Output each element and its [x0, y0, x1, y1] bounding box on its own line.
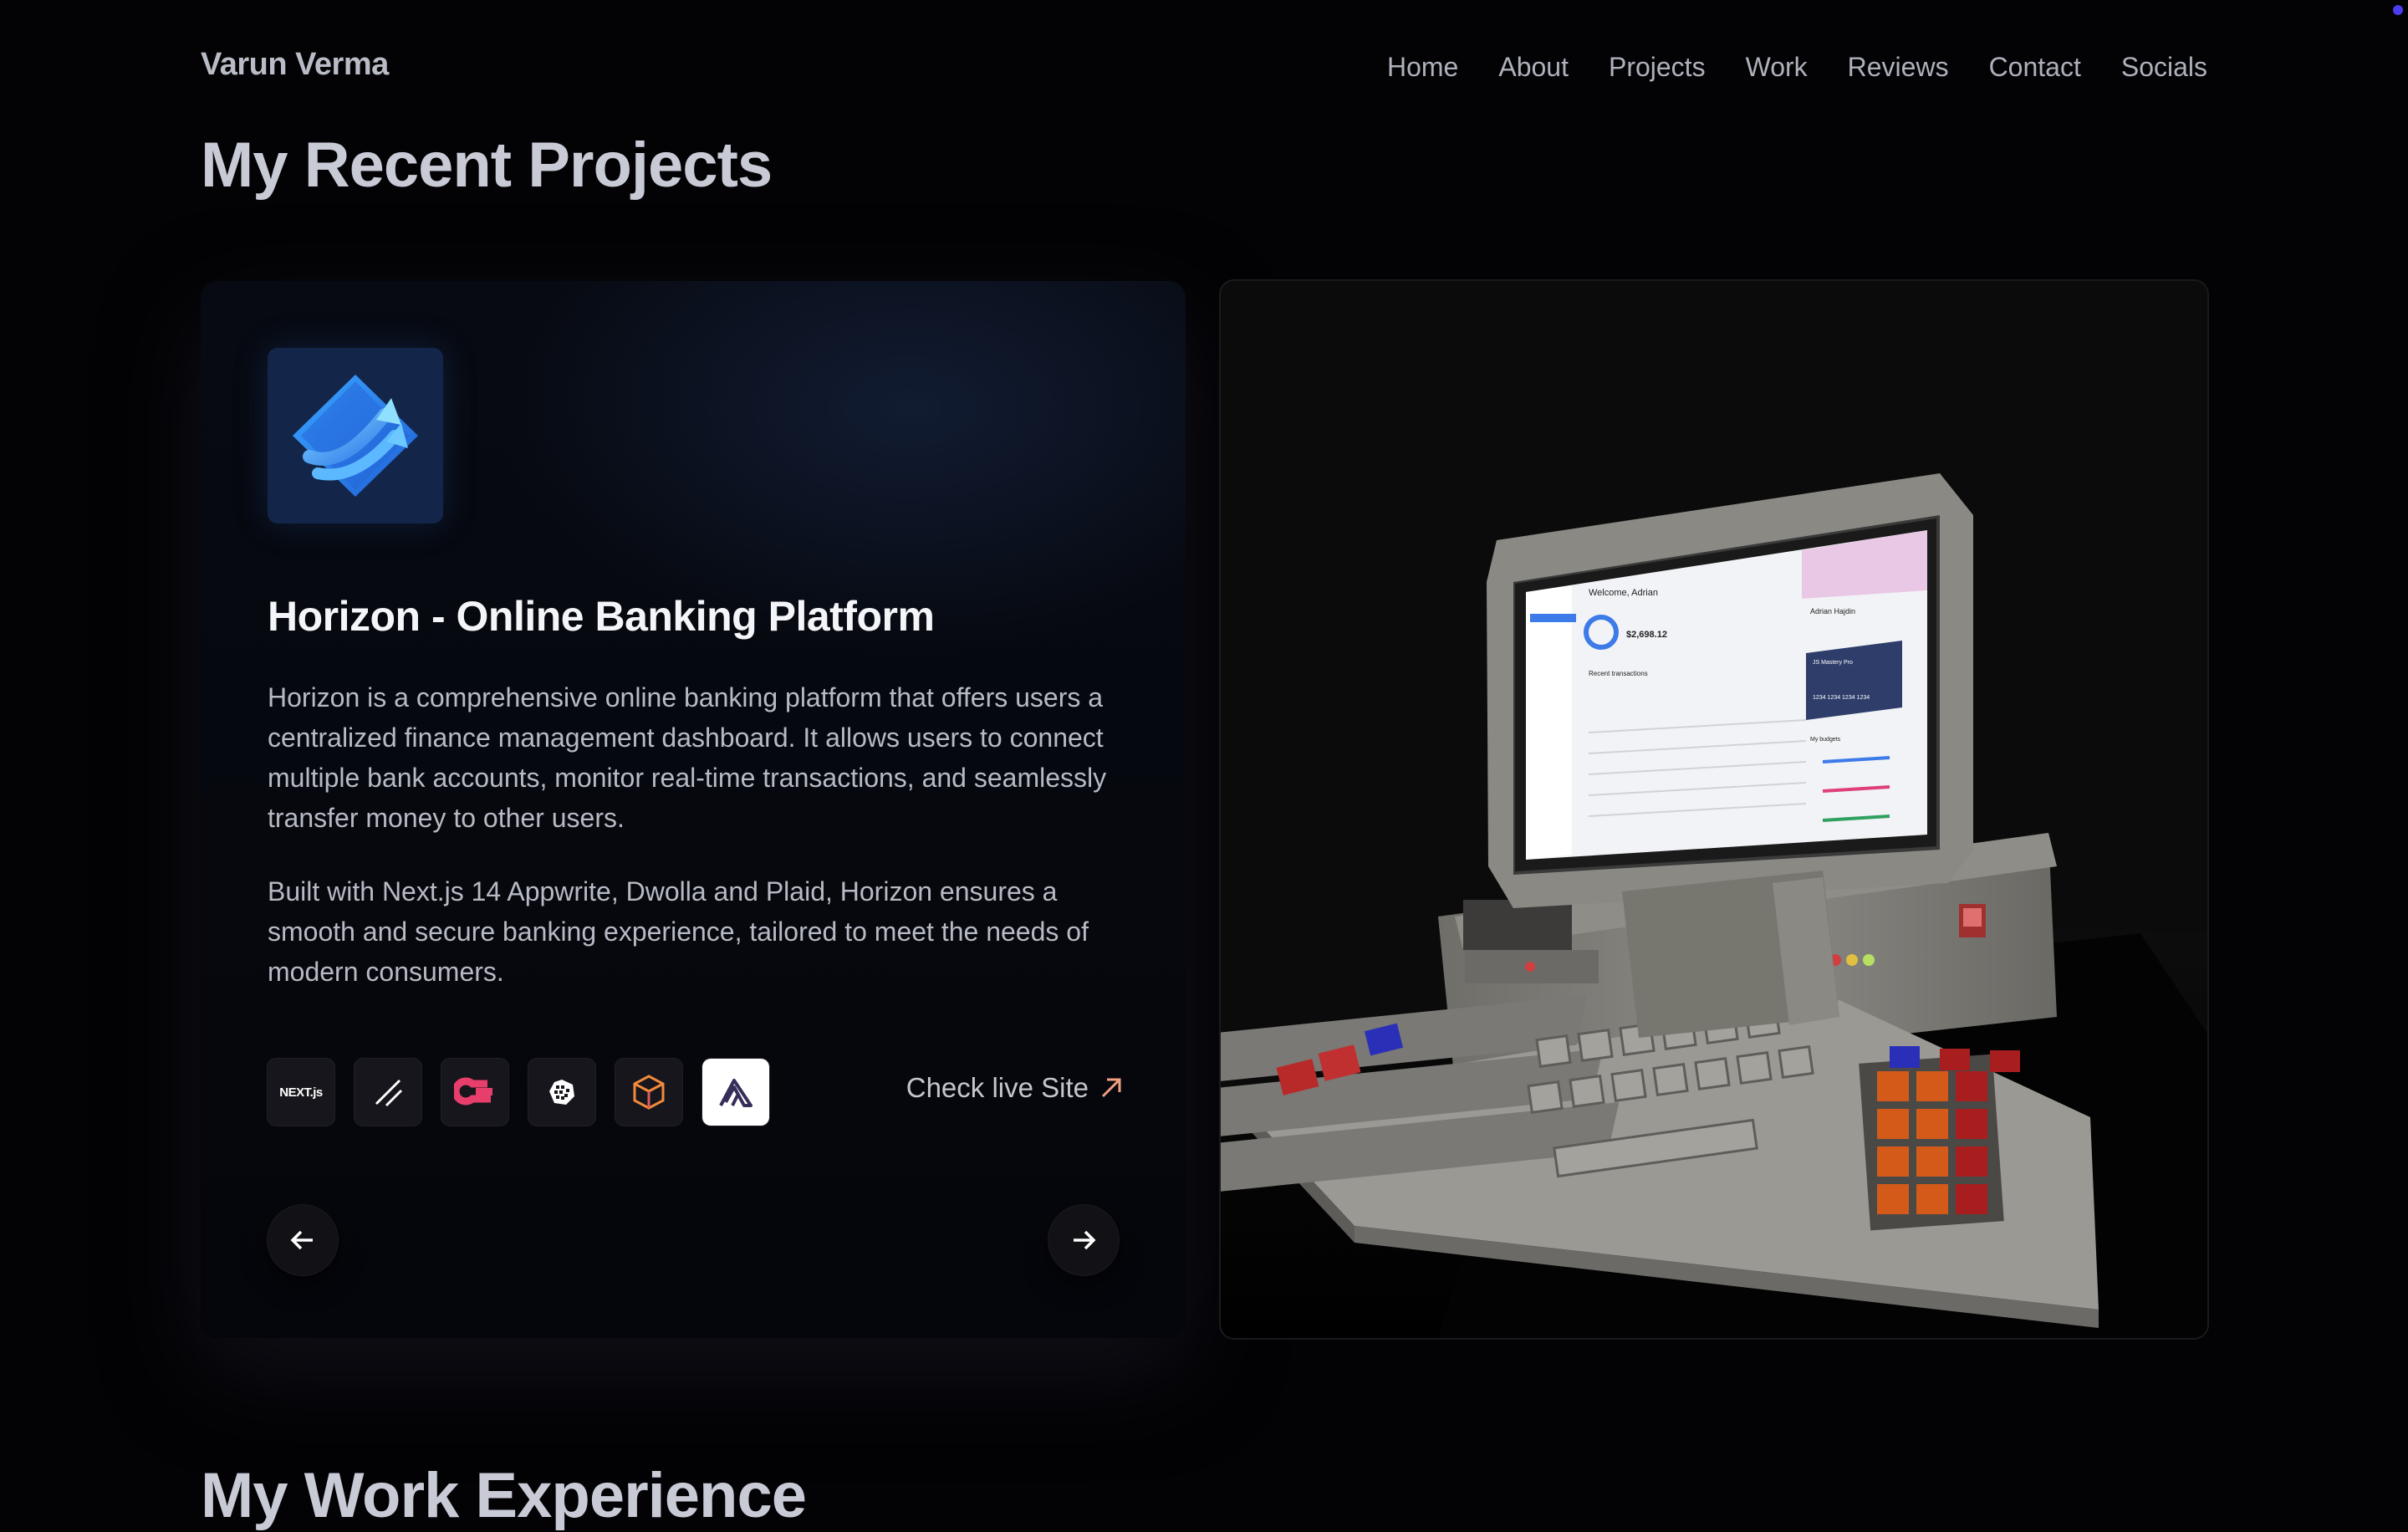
project-stack-description: Built with Next.js 14 Appwrite, Dwolla a… [268, 876, 1089, 987]
live-site-link[interactable]: Check live Site [906, 1072, 1124, 1104]
project-3d-preview[interactable]: Welcome, Adrian $2,698.12 Recent transac… [1221, 281, 2207, 1338]
section-title: My Recent Projects [201, 130, 773, 201]
screen-budgets-text: My budgets [1810, 737, 1841, 743]
next-project-button[interactable] [1048, 1205, 1119, 1275]
nav-projects[interactable]: Projects [1609, 49, 1706, 85]
arrow-left-icon [290, 1230, 313, 1250]
screen-welcome-text: Welcome, Adrian [1589, 588, 1658, 598]
nextjs-icon: NEXT.js [268, 1059, 334, 1126]
prev-project-button[interactable] [268, 1205, 338, 1275]
plaid-icon [528, 1059, 595, 1126]
screen-card-brand-text: JS Mastery Pro [1813, 660, 1853, 666]
screen-user-text: Adrian Hajdin [1810, 607, 1855, 615]
dwolla-icon [615, 1059, 682, 1126]
nav-socials[interactable]: Socials [2121, 49, 2207, 85]
arrow-up-right-icon [1101, 1078, 1121, 1098]
nav-reviews[interactable]: Reviews [1848, 49, 1949, 85]
tech-stack: NEXT.js [268, 1059, 789, 1126]
work-experience-title: My Work Experience [201, 1460, 807, 1531]
arrow-right-icon [1074, 1230, 1096, 1250]
brand-name[interactable]: Varun Verma [201, 47, 389, 83]
project-title: Horizon - Online Banking Platform [268, 593, 935, 640]
accent-dot [2393, 5, 2403, 15]
live-site-label: Check live Site [906, 1072, 1089, 1103]
screen-recent-text: Recent transactions [1589, 670, 1648, 677]
sentry-icon [702, 1059, 769, 1126]
retro-computer-illustration: Welcome, Adrian $2,698.12 Recent transac… [1221, 281, 2207, 1338]
horizon-logo-icon [293, 375, 418, 497]
screen-card-number-text: 1234 1234 1234 1234 [1813, 695, 1870, 701]
appwrite-icon [441, 1059, 508, 1126]
nextjs-label: NEXT.js [279, 1085, 323, 1100]
project-card: Horizon - Online Banking Platform Horizo… [201, 281, 1186, 1338]
project-description: Horizon is a comprehensive online bankin… [268, 682, 1107, 833]
main-nav: Home About Projects Work Reviews Contact… [1387, 49, 2207, 85]
nav-work[interactable]: Work [1746, 49, 1808, 85]
nav-contact[interactable]: Contact [1989, 49, 2081, 85]
project-logo [268, 348, 443, 523]
nav-home[interactable]: Home [1387, 49, 1458, 85]
nav-about[interactable]: About [1498, 49, 1569, 85]
shadcn-icon [355, 1059, 421, 1126]
screen-balance-text: $2,698.12 [1626, 630, 1667, 640]
